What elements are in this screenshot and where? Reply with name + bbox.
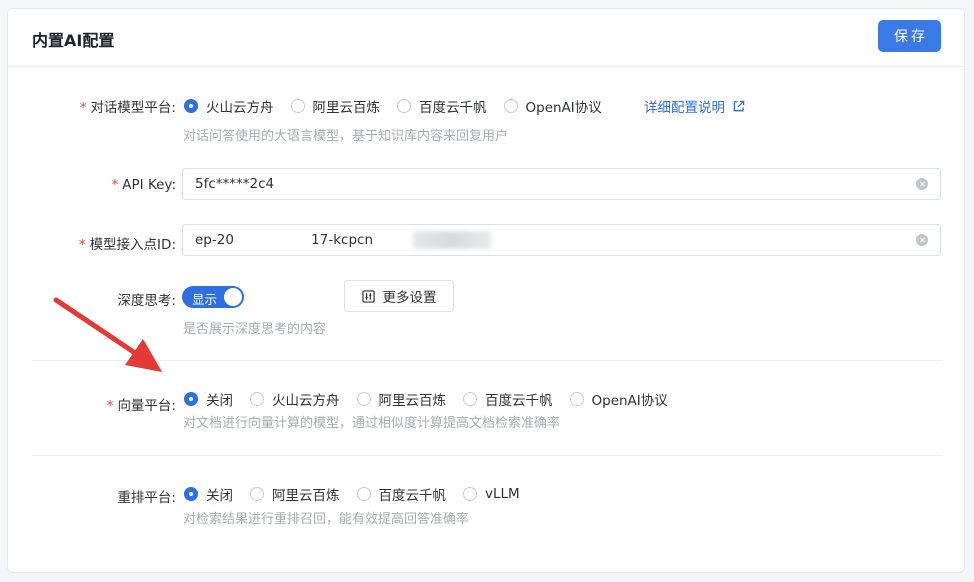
config-help-link[interactable]: 详细配置说明 (644, 96, 745, 116)
radio-label: OpenAI协议 (591, 393, 668, 409)
radio-dot (184, 392, 198, 406)
radio-label: 阿里云百炼 (272, 488, 340, 504)
radio-label: 关闭 (206, 393, 233, 409)
radio-label: 百度云千帆 (485, 393, 553, 409)
endpoint-input[interactable] (183, 225, 916, 255)
radio-dot (503, 99, 518, 113)
vector-platform-label-text: 向量平台: (117, 398, 176, 414)
deep-think-hint: 是否展示深度思考的内容 (183, 322, 327, 337)
radio-label: OpenAI协议 (525, 100, 602, 116)
api-key-label: * API Key: (6, 177, 176, 193)
radio-dot (250, 392, 264, 406)
vector-platform-option-openai[interactable]: OpenAI协议 (569, 389, 668, 409)
chat-platform-option-baidu[interactable]: 百度云千帆 (397, 96, 487, 116)
rerank-platform-option-baidu[interactable]: 百度云千帆 (356, 484, 447, 504)
deep-think-label: 深度思考: (117, 293, 176, 309)
rerank-platform-hint: 对检索结果进行重排召回，能有效提高回答准确率 (183, 512, 470, 527)
radio-label: 阿里云百炼 (312, 100, 381, 116)
redaction-blur (413, 231, 491, 249)
clear-icon[interactable] (916, 234, 928, 246)
vector-platform-label: * 向量平台: (6, 394, 176, 414)
radio-dot (397, 99, 411, 113)
radio-dot (184, 99, 198, 113)
rerank-platform-option-vllm[interactable]: vLLM (463, 486, 520, 502)
chat-platform-option-aliyun[interactable]: 阿里云百炼 (290, 96, 381, 116)
chat-platform-label: * 对话模型平台: (6, 96, 176, 116)
rerank-platform-radio-group: 关闭 阿里云百炼 百度云千帆 vLLM (184, 484, 537, 504)
radio-dot (463, 392, 477, 406)
switch-knob (224, 288, 242, 306)
vector-platform-option-baidu[interactable]: 百度云千帆 (463, 389, 553, 409)
radio-dot (290, 99, 305, 113)
vector-platform-radio-group: 关闭 火山云方舟 阿里云百炼 百度云千帆 OpenAI协议 (184, 389, 685, 409)
required-mark: * (79, 100, 87, 116)
chat-platform-option-volc[interactable]: 火山云方舟 (184, 96, 274, 116)
api-key-input-wrapper (182, 168, 941, 200)
rerank-platform-option-aliyun[interactable]: 阿里云百炼 (250, 484, 340, 504)
vector-platform-hint: 对文档进行向量计算的模型，通过相似度计算提高文档检索准确率 (183, 416, 561, 431)
radio-dot (356, 392, 371, 406)
radio-dot (356, 487, 371, 501)
sliders-icon (361, 289, 375, 303)
switch-text: 显示 (192, 292, 218, 307)
card-header: 内置AI配置 保存 (8, 9, 964, 67)
radio-label: 百度云千帆 (378, 488, 447, 504)
vector-platform-option-volc[interactable]: 火山云方舟 (250, 389, 340, 409)
chat-platform-option-openai[interactable]: OpenAI协议 (503, 96, 602, 116)
chat-platform-label-text: 对话模型平台: (90, 100, 176, 116)
clear-icon[interactable] (916, 178, 928, 190)
divider (32, 455, 942, 456)
rerank-platform-label: 重排平台: (117, 490, 176, 506)
radio-label: 关闭 (206, 488, 233, 504)
config-help-link-text: 详细配置说明 (644, 100, 725, 116)
vector-platform-option-off[interactable]: 关闭 (184, 389, 233, 409)
vector-platform-option-aliyun[interactable]: 阿里云百炼 (356, 389, 447, 409)
endpoint-label-text: 模型接入点ID: (89, 237, 176, 253)
deep-think-switch[interactable]: 显示 (182, 286, 244, 308)
api-key-label-text: API Key: (122, 177, 176, 193)
radio-dot (569, 392, 584, 406)
radio-label: vLLM (485, 486, 520, 502)
more-settings-label: 更多设置 (382, 290, 437, 306)
more-settings-button[interactable]: 更多设置 (344, 280, 454, 312)
chat-platform-radio-group: 火山云方舟 阿里云百炼 百度云千帆 OpenAI协议 (184, 96, 619, 116)
endpoint-input-wrapper (182, 224, 941, 256)
divider (32, 360, 942, 361)
chat-platform-hint: 对话问答使用的大语言模型，基于知识库内容来回复用户 (183, 129, 509, 144)
radio-label: 阿里云百炼 (378, 393, 447, 409)
page-title: 内置AI配置 (32, 31, 115, 50)
radio-label: 火山云方舟 (206, 100, 274, 116)
radio-label: 火山云方舟 (272, 393, 340, 409)
required-mark: * (78, 237, 86, 253)
save-button[interactable]: 保存 (878, 20, 941, 52)
required-mark: * (111, 177, 119, 193)
api-key-input[interactable] (183, 169, 916, 199)
radio-label: 百度云千帆 (419, 100, 487, 116)
endpoint-label: * 模型接入点ID: (6, 233, 176, 253)
required-mark: * (106, 398, 114, 414)
external-link-icon (733, 100, 745, 111)
radio-dot (463, 487, 477, 501)
rerank-platform-option-off[interactable]: 关闭 (184, 484, 233, 504)
radio-dot (184, 487, 198, 501)
radio-dot (250, 487, 264, 501)
